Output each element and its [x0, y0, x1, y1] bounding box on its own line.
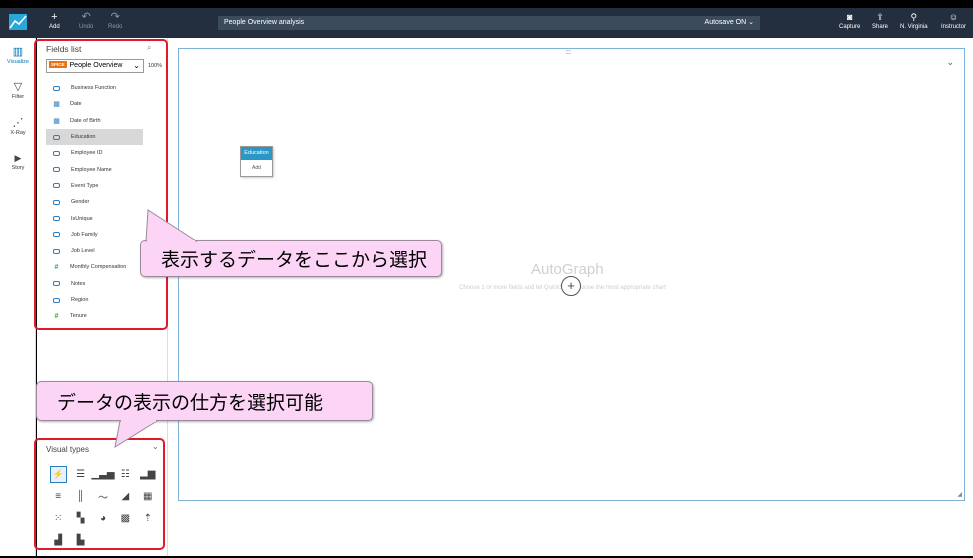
bar-chart-icon: ▥: [12, 46, 24, 58]
undo-icon: ↶: [81, 11, 91, 23]
analysis-canvas: :::::::: ⌄ AutoGraph Choose 1 or more fi…: [168, 38, 973, 558]
dragged-field-card[interactable]: Education Add: [240, 146, 273, 177]
analysis-name-bar[interactable]: People Overview analysis Autosave ON ⌄: [218, 16, 760, 30]
share-button[interactable]: ⇪ Share: [872, 12, 888, 30]
capture-button[interactable]: ◙ Capture: [839, 12, 860, 30]
camera-icon: ◙: [846, 12, 853, 22]
quicksight-logo-icon[interactable]: [9, 14, 27, 30]
fields-callout: 表示するデータをここから選択: [140, 209, 442, 277]
sidebar-item-xray[interactable]: ⋰ X-Ray: [0, 117, 36, 136]
play-icon: ▶: [14, 153, 22, 163]
dragged-field-action: Add: [252, 165, 261, 171]
location-pin-icon: ⚲: [910, 12, 918, 22]
sidebar-item-visualize[interactable]: ▥ Visualize: [0, 46, 36, 65]
redo-button[interactable]: ↷ Redo: [108, 11, 122, 31]
analysis-name[interactable]: People Overview analysis: [224, 19, 304, 26]
callout-pointer: [145, 209, 198, 242]
fields-highlight-box: [34, 39, 168, 330]
undo-button[interactable]: ↶ Undo: [79, 11, 93, 31]
visual-types-highlight-box: [34, 438, 165, 550]
region-selector[interactable]: ⚲ N. Virginia: [900, 12, 928, 30]
callout-pointer: [114, 420, 159, 449]
plus-icon: +: [51, 11, 58, 23]
drag-handle-icon[interactable]: ::::::::: [565, 50, 571, 56]
trend-icon: ⋰: [12, 117, 24, 129]
share-icon: ⇪: [876, 12, 884, 22]
add-button[interactable]: + Add: [49, 11, 60, 31]
redo-icon: ↷: [110, 11, 120, 23]
funnel-icon: ▽: [13, 81, 23, 93]
resize-handle-icon[interactable]: ◢: [957, 491, 962, 498]
user-icon: ☺: [948, 12, 959, 22]
add-field-icon[interactable]: +: [561, 276, 581, 296]
top-navigation-bar: + Add ↶ Undo ↷ Redo People Overview anal…: [0, 8, 973, 38]
sidebar-item-story[interactable]: ▶ Story: [0, 152, 36, 171]
chevron-down-icon[interactable]: ⌄: [946, 57, 954, 68]
chevron-down-icon: ⌄: [748, 19, 754, 26]
visual-types-callout: データの表示の仕方を選択可能: [36, 381, 373, 449]
dragged-field-name: Education: [241, 147, 272, 160]
left-sidebar: ▥ Visualize ▽ Filter ⋰ X-Ray ▶ Story: [0, 38, 36, 558]
autosave-toggle[interactable]: Autosave ON ⌄: [705, 16, 754, 30]
user-menu[interactable]: ☺ Instructor: [941, 12, 966, 30]
sidebar-item-filter[interactable]: ▽ Filter: [0, 81, 36, 100]
